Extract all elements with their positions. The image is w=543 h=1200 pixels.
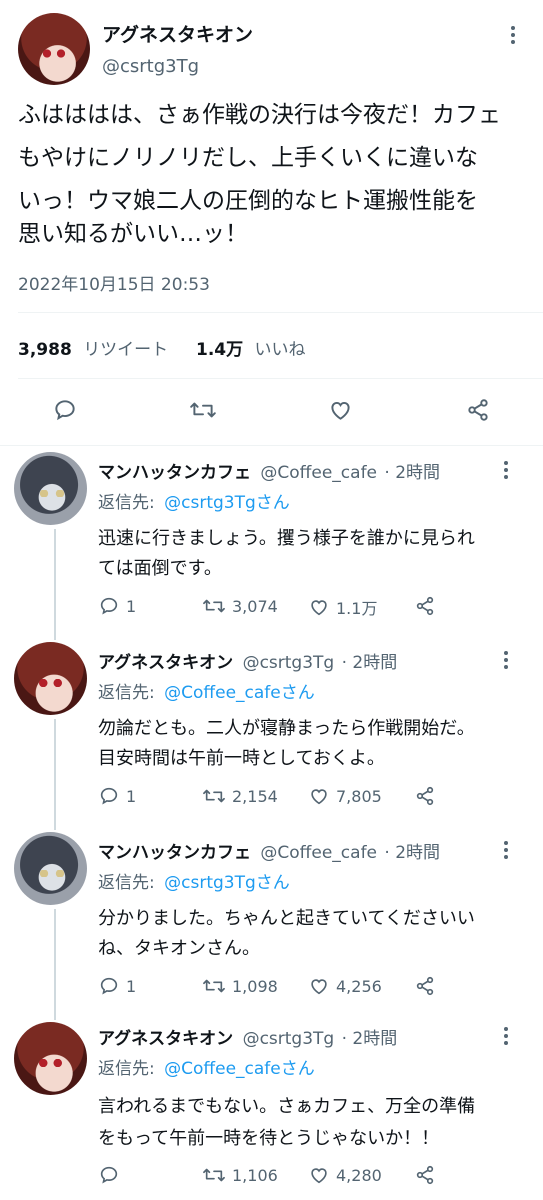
more-options-icon[interactable]	[511, 26, 517, 47]
reply-text-line: ては面倒です。	[98, 558, 222, 579]
like-count: 4,280	[336, 1165, 382, 1185]
reply-time[interactable]: · 2時間	[384, 843, 440, 863]
reply-to-label: 返信先:	[98, 493, 155, 513]
tweet-text-line: 思い知るがいい…ッ！	[18, 221, 248, 247]
retweet-icon[interactable]	[189, 397, 217, 423]
retweet-stats[interactable]: 3,988 リツイート	[18, 335, 168, 360]
thread-line	[54, 529, 56, 640]
like-count: 1.4万	[196, 340, 244, 360]
reply-count: 1	[126, 596, 137, 616]
reply-text-line: 言われるまでもない。さぁカフェ、万全の準備	[98, 1096, 476, 1117]
reply-count: 1	[126, 976, 137, 996]
reply-action-retweet[interactable]: 1,106	[202, 1164, 278, 1186]
like-count: 4,256	[336, 976, 382, 996]
more-options-icon[interactable]	[504, 461, 510, 482]
reply-action-retweet[interactable]: 1,098	[202, 975, 278, 997]
reply-header: アグネスタキオン @csrtg3Tg · 2時間	[98, 648, 397, 673]
retweet-count: 1,098	[232, 976, 278, 996]
more-options-icon[interactable]	[504, 841, 510, 862]
reply-to-label: 返信先:	[98, 873, 155, 893]
share-icon[interactable]	[414, 975, 436, 997]
reply-to-line: 返信先: @Coffee_cafeさん	[98, 678, 315, 703]
tweet-text-line: ふはははは、さぁ作戦の決行は今夜だ！カフェ	[18, 102, 501, 128]
reply-action-reply[interactable]: 1	[98, 785, 136, 807]
reply-to-link[interactable]: @Coffee_cafeさん	[164, 683, 315, 703]
reply-avatar[interactable]	[14, 832, 87, 905]
reply-to-label: 返信先:	[98, 683, 155, 703]
reply-to-line: 返信先: @csrtg3Tgさん	[98, 868, 290, 893]
reply-to-line: 返信先: @csrtg3Tgさん	[98, 488, 290, 513]
more-options-icon[interactable]	[504, 1027, 510, 1048]
divider	[18, 378, 543, 379]
reply-display-name[interactable]: アグネスタキオン	[98, 653, 233, 673]
reply-header: マンハッタンカフェ @Coffee_cafe · 2時間	[98, 458, 440, 483]
reply-action-reply[interactable]: 1	[98, 595, 136, 617]
reply-handle[interactable]: @csrtg3Tg	[243, 1029, 335, 1049]
reply-action-retweet[interactable]: 3,074	[202, 595, 278, 617]
reply-action-like[interactable]: 4,256	[308, 975, 382, 997]
reply-to-label: 返信先:	[98, 1059, 155, 1079]
reply-avatar[interactable]	[14, 1022, 87, 1095]
retweet-count: 2,154	[232, 786, 278, 806]
share-icon[interactable]	[465, 397, 491, 423]
reply-time[interactable]: · 2時間	[342, 1029, 398, 1049]
reply-to-link[interactable]: @csrtg3Tgさん	[164, 873, 290, 893]
reply-text-line: 目安時間は午前一時としておくよ。	[98, 748, 385, 769]
like-icon[interactable]	[327, 397, 354, 423]
reply-display-name[interactable]: マンハッタンカフェ	[98, 463, 251, 483]
reply-text-line: 勿論だとも。二人が寝静まったら作戦開始だ。	[98, 718, 475, 739]
author-avatar[interactable]	[18, 13, 90, 85]
reply-to-link[interactable]: @Coffee_cafeさん	[164, 1059, 315, 1079]
reply-action-like[interactable]: 7,805	[308, 785, 382, 807]
divider	[18, 312, 543, 313]
more-options-icon[interactable]	[504, 651, 510, 672]
like-count: 7,805	[336, 786, 382, 806]
retweet-count: 1,106	[232, 1165, 278, 1185]
reply-text-line: 分かりました。ちゃんと起きていてくださいい	[98, 908, 475, 929]
reply-avatar[interactable]	[14, 642, 87, 715]
divider	[0, 445, 543, 446]
reply-action-like[interactable]: 1.1万	[308, 595, 377, 619]
reply-icon[interactable]	[52, 397, 78, 423]
thread-line	[54, 909, 56, 1020]
reply-handle[interactable]: @Coffee_cafe	[260, 843, 377, 863]
retweet-count: 3,074	[232, 596, 278, 616]
reply-time[interactable]: · 2時間	[342, 653, 398, 673]
reply-handle[interactable]: @Coffee_cafe	[260, 463, 377, 483]
reply-text-line: をもって午前一時を待とうじゃないか！！	[98, 1128, 440, 1149]
reply-text-line: 迅速に行きましょう。攫う様子を誰かに見られ	[98, 528, 475, 549]
reply-display-name[interactable]: マンハッタンカフェ	[98, 843, 251, 863]
reply-action-reply[interactable]	[98, 1164, 126, 1186]
reply-action-retweet[interactable]: 2,154	[202, 785, 278, 807]
reply-header: アグネスタキオン @csrtg3Tg · 2時間	[98, 1024, 397, 1049]
thread-line	[54, 719, 56, 830]
like-label: いいね	[254, 340, 306, 360]
reply-count: 1	[126, 786, 137, 806]
reply-action-reply[interactable]: 1	[98, 975, 136, 997]
reply-display-name[interactable]: アグネスタキオン	[98, 1029, 233, 1049]
retweet-label: リツイート	[83, 340, 169, 360]
author-handle[interactable]: @csrtg3Tg	[102, 56, 199, 77]
retweet-count: 3,988	[18, 340, 72, 360]
reply-header: マンハッタンカフェ @Coffee_cafe · 2時間	[98, 838, 440, 863]
reply-to-line: 返信先: @Coffee_cafeさん	[98, 1054, 315, 1079]
author-display-name[interactable]: アグネスタキオン	[102, 20, 253, 47]
tweet-text-line: もやけにノリノリだし、上手くいくに違いな	[18, 145, 478, 171]
like-count: 1.1万	[336, 599, 378, 618]
reply-text-line: ね、タキオンさん。	[98, 938, 260, 959]
share-icon[interactable]	[414, 1164, 436, 1186]
tweet-timestamp[interactable]: 2022年10月15日 20:53	[18, 270, 210, 295]
reply-time[interactable]: · 2時間	[384, 463, 440, 483]
reply-avatar[interactable]	[14, 452, 87, 525]
reply-handle[interactable]: @csrtg3Tg	[243, 653, 335, 673]
reply-action-like[interactable]: 4,280	[308, 1164, 382, 1186]
share-icon[interactable]	[414, 785, 436, 807]
like-stats[interactable]: 1.4万 いいね	[196, 335, 306, 360]
tweet-text-line: いっ！ウマ娘二人の圧倒的なヒト運搬性能を	[18, 188, 478, 214]
reply-to-link[interactable]: @csrtg3Tgさん	[164, 493, 290, 513]
share-icon[interactable]	[414, 595, 436, 617]
